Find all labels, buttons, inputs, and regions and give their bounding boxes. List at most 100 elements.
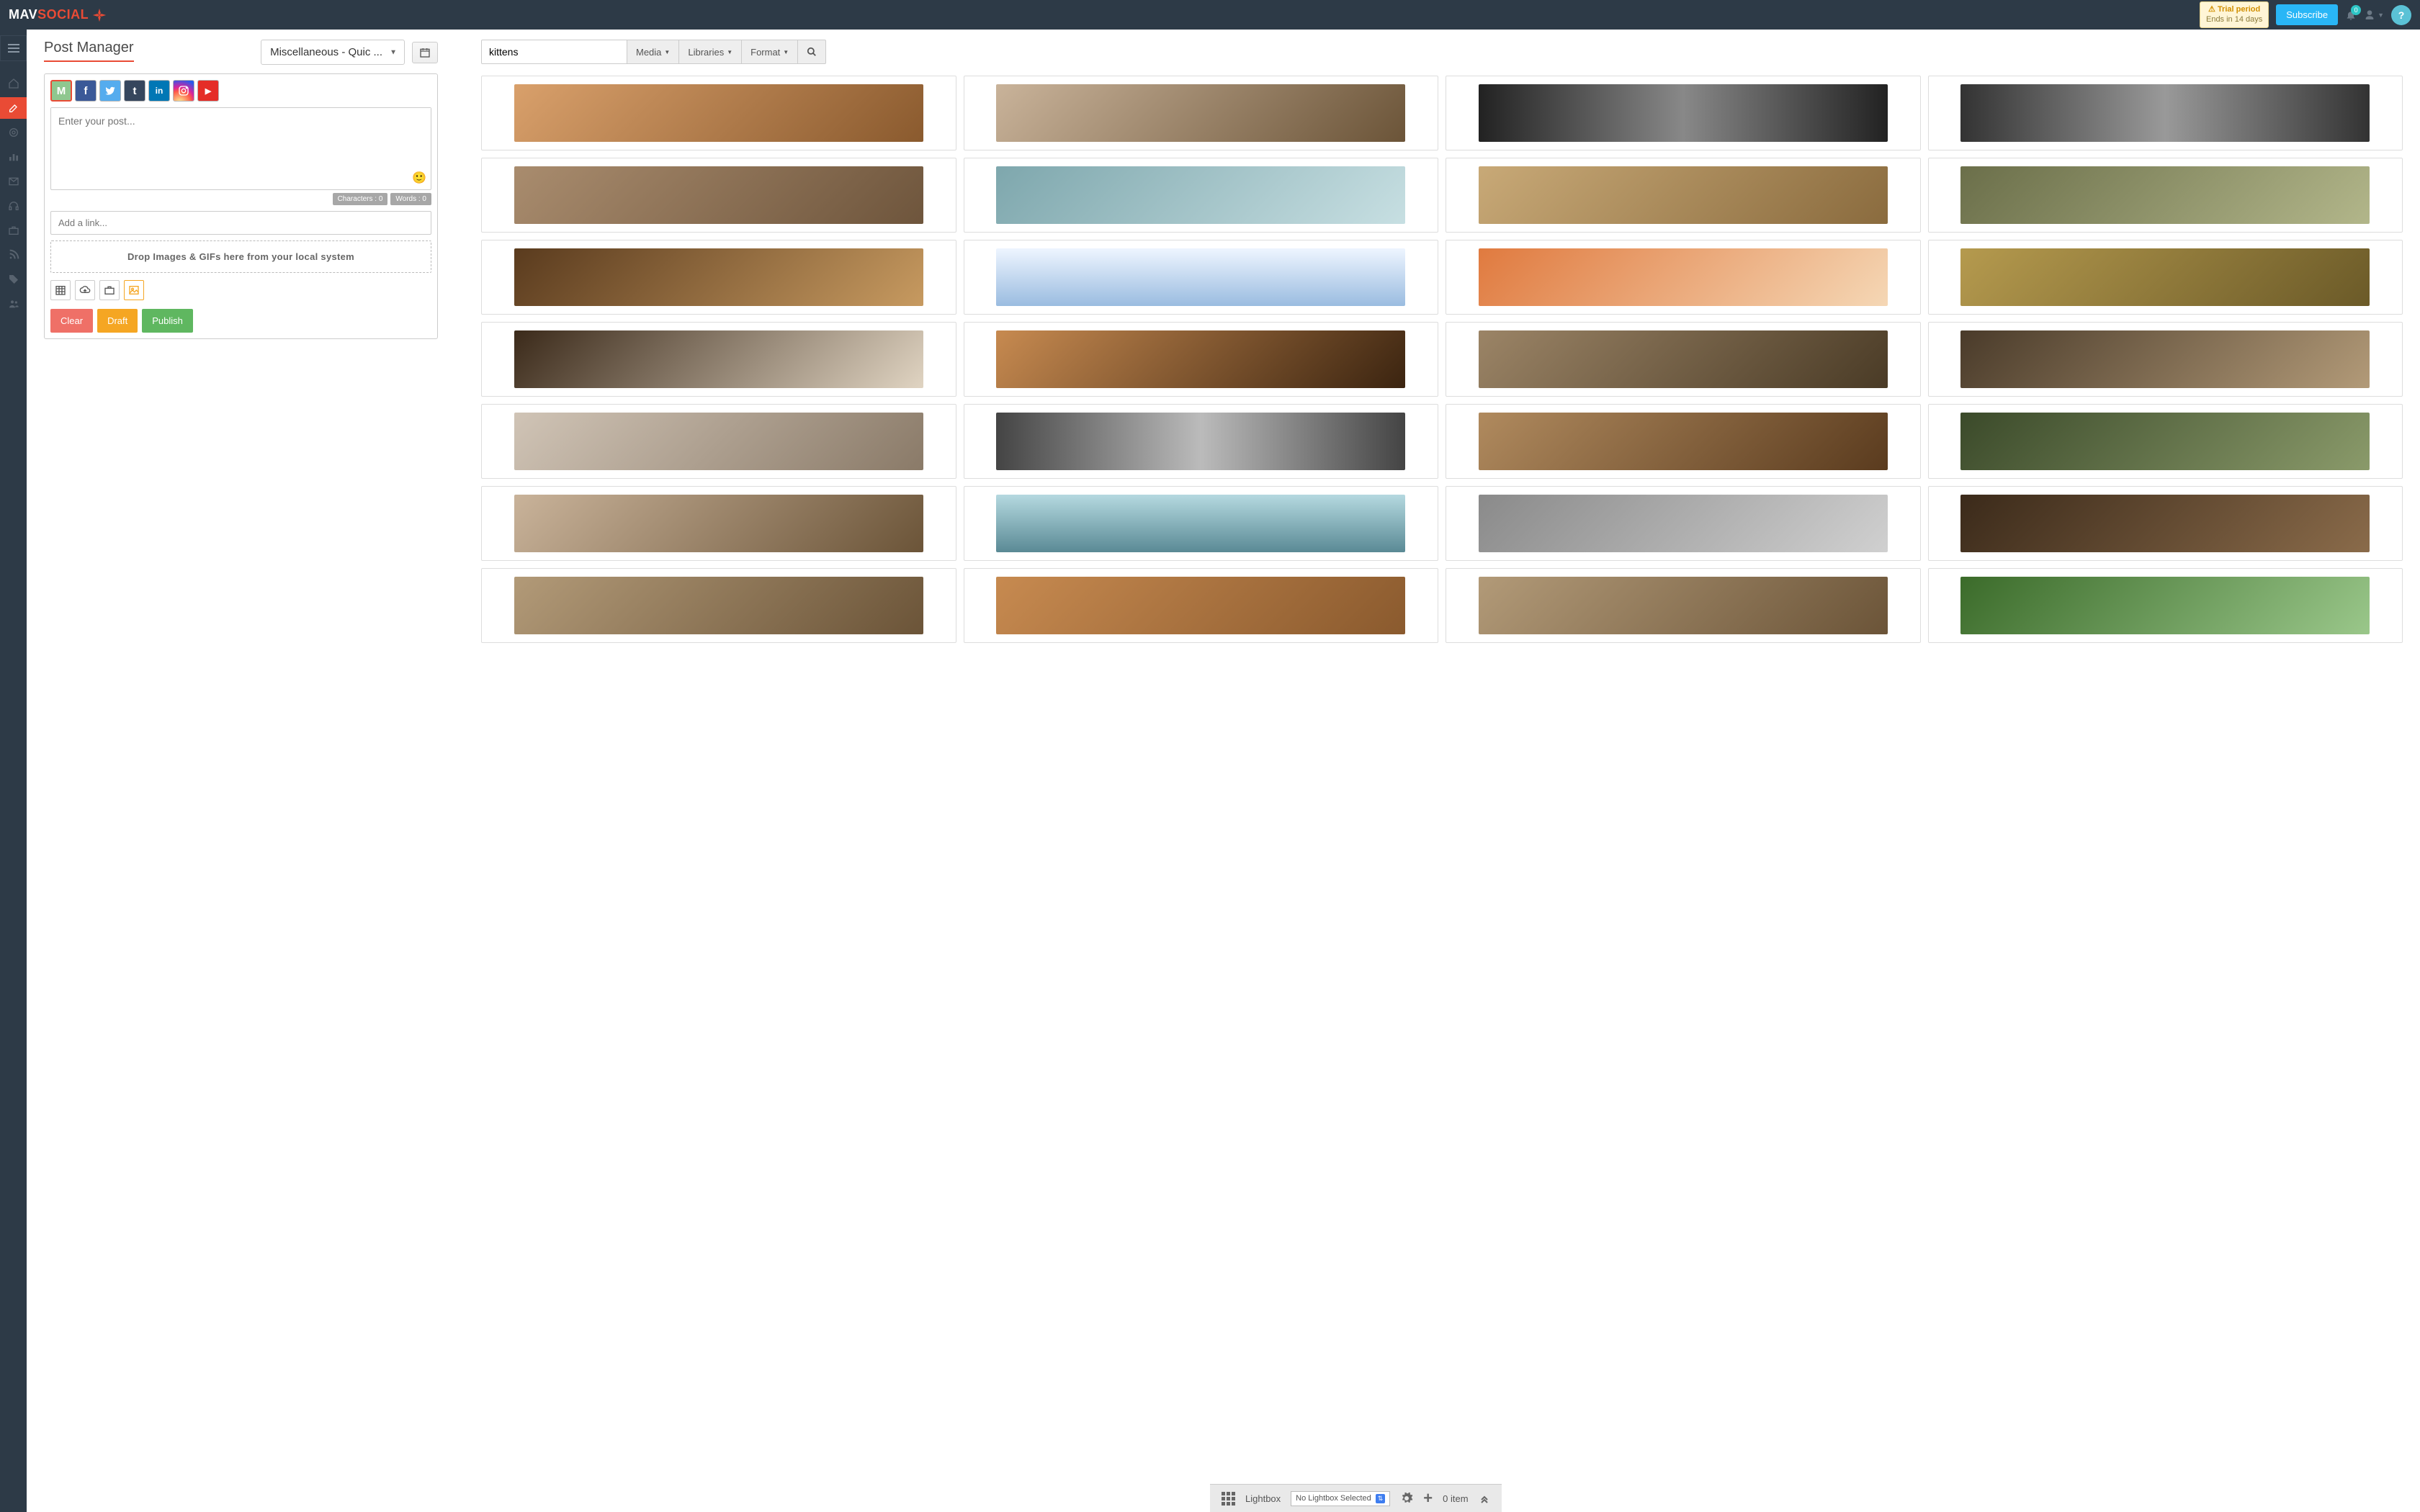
lightbox-settings-button[interactable] [1400,1492,1413,1505]
media-thumbnail[interactable] [1928,76,2403,150]
media-thumbnail[interactable] [1928,240,2403,315]
calendar-view-button[interactable] [412,42,438,63]
network-tumblr[interactable]: t [124,80,145,102]
link-input[interactable] [50,211,431,235]
sidebar-team[interactable] [0,293,27,315]
hamburger-icon [8,44,19,53]
media-thumbnail[interactable] [964,322,1439,397]
action-buttons: Clear Draft Publish [50,309,431,333]
image-icon [128,284,140,296]
media-grid [481,76,2403,686]
composer-card: M f t in ▶ 🙂 Characters : 0 Words : 0 [44,73,438,339]
profile-select[interactable]: Miscellaneous - Quic ... ▼ [261,40,405,65]
lightbox-select[interactable]: No Lightbox Selected⇅ [1291,1491,1390,1506]
media-thumbnail[interactable] [1446,76,1921,150]
media-thumbnail[interactable] [964,568,1439,643]
char-counter: Characters : 0 [333,193,388,205]
image-dropzone[interactable]: Drop Images & GIFs here from your local … [50,240,431,273]
word-counter: Words : 0 [390,193,431,205]
network-twitter[interactable] [99,80,121,102]
upload-button[interactable] [75,280,95,300]
post-textarea-wrap: 🙂 [50,107,431,190]
media-thumbnail[interactable] [964,404,1439,479]
page-title: Post Manager [44,40,134,62]
media-thumbnail[interactable] [481,568,956,643]
image-search-button[interactable] [124,280,144,300]
media-thumbnail[interactable] [964,486,1439,561]
sidebar-tags[interactable] [0,269,27,290]
sidebar-target[interactable] [0,122,27,143]
logo-star-icon [91,7,107,23]
media-thumbnail[interactable] [481,240,956,315]
media-thumbnail[interactable] [481,404,956,479]
media-thumbnail[interactable] [964,240,1439,315]
calendar-icon [418,47,431,58]
draft-button[interactable]: Draft [97,309,138,333]
notifications-button[interactable]: 0 [2345,9,2357,21]
sidebar-rss[interactable] [0,244,27,266]
media-thumbnail[interactable] [481,322,956,397]
clear-button[interactable]: Clear [50,309,93,333]
user-icon [2364,9,2375,21]
user-menu[interactable]: ▼ [2364,9,2384,21]
media-thumbnail[interactable] [1928,568,2403,643]
emoji-picker-button[interactable]: 🙂 [412,171,426,185]
sidebar-library[interactable] [0,220,27,241]
media-thumbnail[interactable] [1446,158,1921,233]
logo[interactable]: MAVSOCIAL [9,7,107,23]
lightbox-add-button[interactable]: + [1423,1489,1433,1508]
media-thumbnail[interactable] [1446,404,1921,479]
media-filter[interactable]: Media▼ [627,40,679,64]
sidebar-listen[interactable] [0,195,27,217]
format-filter[interactable]: Format▼ [742,40,798,64]
subscribe-button[interactable]: Subscribe [2276,4,2338,25]
media-thumbnail[interactable] [481,76,956,150]
main-content: Post Manager Miscellaneous - Quic ... ▼ … [27,30,2420,1512]
header-right: ⚠ Trial period Ends in 14 days Subscribe… [2200,1,2411,27]
sidebar-home[interactable] [0,73,27,94]
network-linkedin[interactable]: in [148,80,170,102]
media-thumbnail[interactable] [1446,240,1921,315]
lightbox-expand-button[interactable] [1479,1493,1490,1504]
cloud-upload-icon [79,284,91,296]
media-thumbnail[interactable] [1928,158,2403,233]
media-thumbnail[interactable] [1928,322,2403,397]
home-icon [8,78,19,89]
attachment-tools [50,280,431,300]
compose-icon [8,102,19,114]
composer-column: Post Manager Miscellaneous - Quic ... ▼ … [27,30,455,1512]
network-facebook[interactable]: f [75,80,97,102]
sidebar-analytics[interactable] [0,146,27,168]
schedule-button[interactable] [50,280,71,300]
header-left: MAVSOCIAL [9,7,107,23]
chevron-down-icon: ▼ [783,49,789,55]
media-thumbnail[interactable] [1928,404,2403,479]
help-button[interactable]: ? [2391,5,2411,25]
chevron-down-icon: ▼ [390,48,397,56]
media-search-input[interactable] [481,40,627,64]
media-thumbnail[interactable] [481,486,956,561]
media-thumbnail[interactable] [481,158,956,233]
warning-icon: ⚠ [2208,5,2215,14]
network-mavsocial[interactable]: M [50,80,72,102]
search-submit-button[interactable] [798,40,826,64]
network-youtube[interactable]: ▶ [197,80,219,102]
post-textarea[interactable] [51,108,431,187]
media-thumbnail[interactable] [964,158,1439,233]
briefcase-small-icon [104,284,115,296]
chart-icon [8,151,19,163]
sidebar-toggle[interactable] [0,35,27,61]
media-thumbnail[interactable] [1446,322,1921,397]
library-button[interactable] [99,280,120,300]
sidebar-inbox[interactable] [0,171,27,192]
sidebar-compose[interactable] [0,97,27,119]
libraries-filter[interactable]: Libraries▼ [679,40,742,64]
grid-view-icon[interactable] [1222,1492,1235,1506]
media-thumbnail[interactable] [1928,486,2403,561]
publish-button[interactable]: Publish [142,309,193,333]
media-thumbnail[interactable] [964,76,1439,150]
media-thumbnail[interactable] [1446,486,1921,561]
media-thumbnail[interactable] [1446,568,1921,643]
network-instagram[interactable] [173,80,194,102]
team-icon [8,298,19,310]
